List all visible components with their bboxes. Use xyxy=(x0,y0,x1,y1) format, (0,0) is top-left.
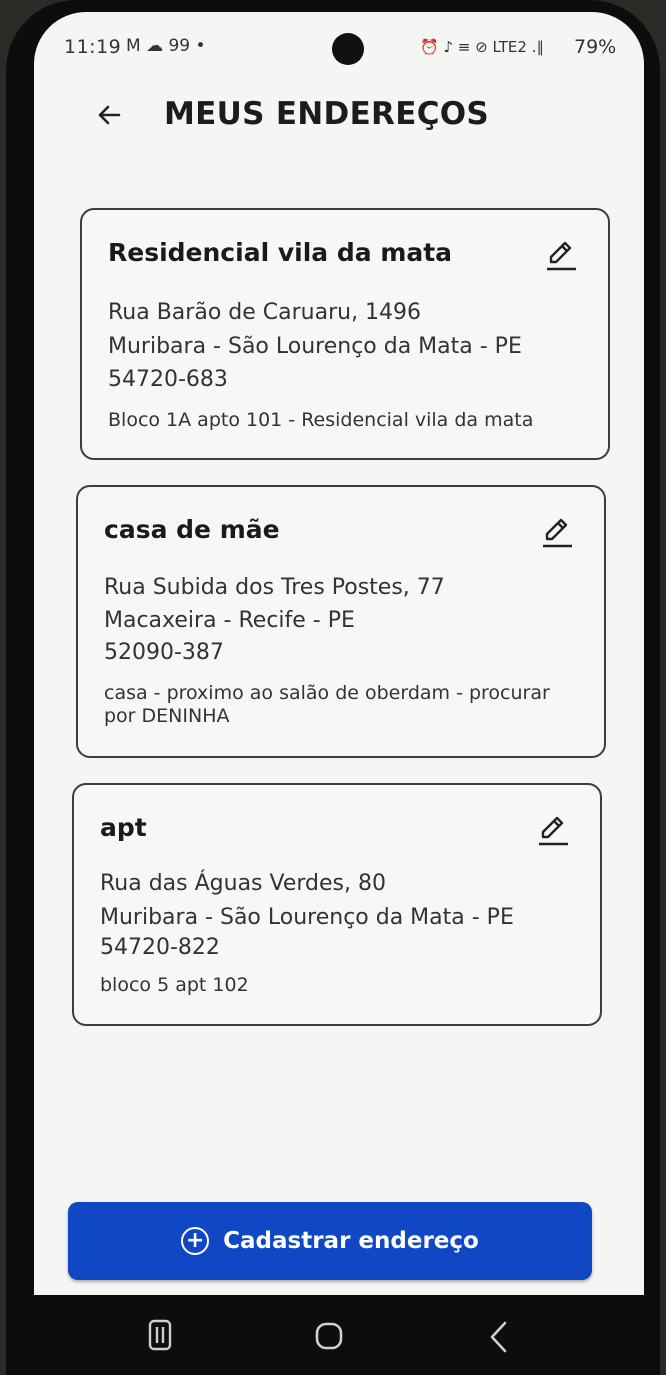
address-complement: bloco 5 apt 102 xyxy=(100,974,249,996)
add-address-button[interactable]: + Cadastrar endereço xyxy=(68,1202,592,1280)
address-zip: 52090-387 xyxy=(104,640,224,665)
app-screen: 11:19 M ☁ 99 • ⏰ ♪ ≡ ⊘ LTE2 .∥ 79% MEUS … xyxy=(34,12,644,1295)
address-street: Rua das Águas Verdes, 80 xyxy=(100,871,386,896)
add-address-label: Cadastrar endereço xyxy=(223,1228,479,1254)
front-camera xyxy=(332,33,364,65)
address-name: casa de mãe xyxy=(104,515,280,544)
system-nav-bar xyxy=(0,1295,666,1375)
address-card[interactable]: Residencial vila da mata Rua Barão de Ca… xyxy=(80,208,610,460)
page-title: MEUS ENDEREÇOS xyxy=(164,96,490,132)
address-complement: casa - proximo ao salão de oberdam - pro… xyxy=(104,682,550,727)
address-zip: 54720-683 xyxy=(108,367,228,392)
edit-address-button[interactable] xyxy=(536,813,570,847)
status-time: 11:19 xyxy=(64,36,122,58)
address-complement: Bloco 1A apto 101 - Residencial vila da … xyxy=(108,409,534,431)
chevron-left-icon xyxy=(490,1321,507,1353)
address-card[interactable]: apt Rua das Águas Verdes, 80 Muribara - … xyxy=(72,783,602,1026)
battery-level: 79% xyxy=(574,36,617,58)
edit-address-button[interactable] xyxy=(544,238,578,272)
back-button[interactable] xyxy=(92,98,126,132)
home-icon xyxy=(315,1322,343,1350)
arrow-left-icon xyxy=(98,105,121,125)
notification-icons: M ☁ 99 • xyxy=(126,36,206,56)
address-city: Macaxeira - Recife - PE xyxy=(104,608,355,633)
nav-back-button[interactable] xyxy=(486,1317,510,1357)
address-street: Rua Subida dos Tres Postes, 77 xyxy=(104,575,445,600)
system-status-icons: ⏰ ♪ ≡ ⊘ LTE2 .∥ xyxy=(420,38,544,56)
home-button[interactable] xyxy=(310,1317,348,1355)
pencil-icon xyxy=(543,518,572,548)
recent-apps-icon xyxy=(148,1319,172,1351)
address-street: Rua Barão de Caruaru, 1496 xyxy=(108,300,422,325)
recent-apps-button[interactable] xyxy=(147,1317,173,1353)
address-card[interactable]: casa de mãe Rua Subida dos Tres Postes, … xyxy=(76,485,606,758)
address-city: Muribara - São Lourenço da Mata - PE xyxy=(100,905,514,930)
address-zip: 54720-822 xyxy=(100,935,220,960)
plus-circle-icon: + xyxy=(181,1227,210,1255)
address-name: Residencial vila da mata xyxy=(108,238,453,267)
edit-address-button[interactable] xyxy=(540,515,574,549)
address-city: Muribara - São Lourenço da Mata - PE xyxy=(108,334,522,359)
pencil-icon xyxy=(547,241,576,271)
pencil-icon xyxy=(539,816,568,846)
address-name: apt xyxy=(100,813,147,842)
